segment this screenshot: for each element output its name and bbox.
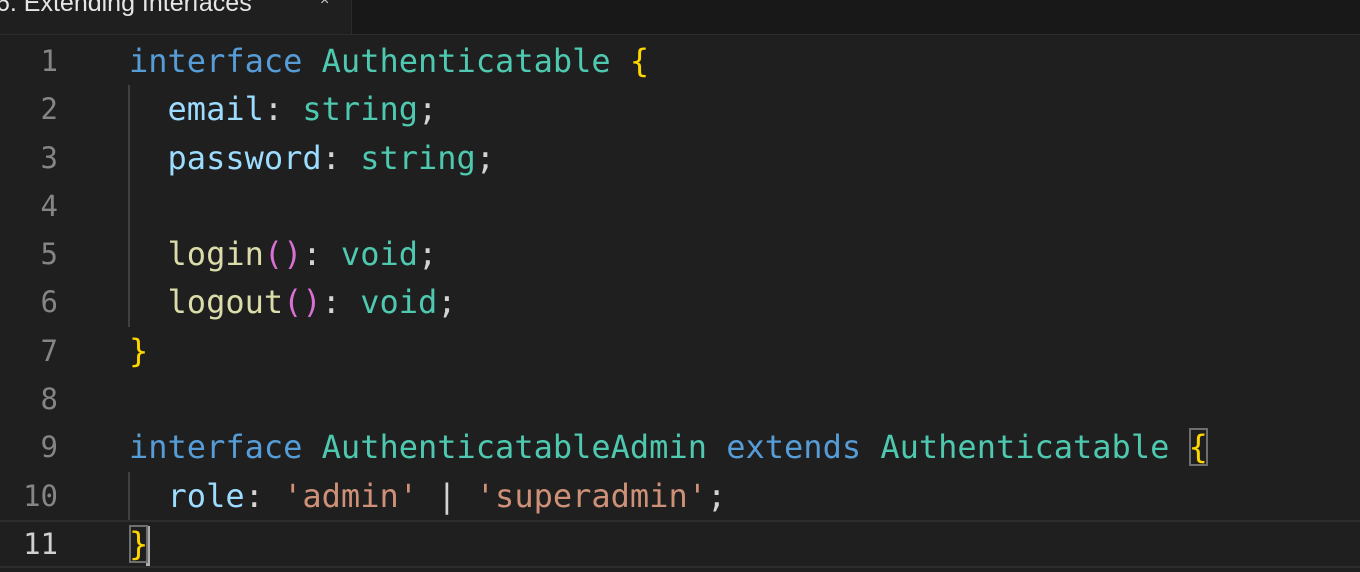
code-token: AuthenticatableAdmin [321, 428, 707, 467]
code-line[interactable]: 6 logout(): void; [0, 278, 1360, 326]
code-token: ; [437, 283, 457, 322]
code-token: Authenticatable [880, 428, 1170, 467]
code-token: void [340, 235, 418, 274]
tab-title: 6. Extending Interfaces [0, 0, 252, 17]
code-editor[interactable]: 6. Extending Interfaces × 1 interface Aut… [0, 0, 1360, 572]
text-cursor [146, 525, 151, 566]
code-token: : [302, 235, 341, 274]
line-text: interface AuthenticatableAdmin extends A… [129, 423, 1208, 471]
code-token: { [1188, 428, 1208, 467]
code-line[interactable]: 10 role: 'admin' | 'superadmin'; [0, 472, 1360, 520]
code-token: ; [475, 138, 496, 177]
line-number: 9 [40, 430, 58, 465]
line-number: 3 [40, 140, 58, 175]
code-token: void [360, 283, 438, 322]
code-token: Authenticatable [321, 42, 611, 80]
code-token: } [129, 331, 149, 370]
line-number: 6 [40, 285, 58, 320]
line-text: } [129, 327, 148, 375]
close-icon[interactable]: × [320, 0, 329, 10]
line-text: } [129, 520, 151, 568]
line-number: 4 [40, 188, 58, 223]
code-line[interactable]: 3 password: string; [0, 134, 1360, 182]
code-token: interface [129, 42, 303, 80]
editor-tab-bar: 6. Extending Interfaces × [0, 0, 1360, 35]
code-token: { [629, 42, 650, 80]
code-token: ; [706, 476, 727, 515]
code-token: extends [726, 428, 862, 467]
code-token: logout [167, 283, 284, 322]
line-text: interface Authenticatable { [129, 37, 649, 85]
line-number: 1 [40, 44, 58, 78]
code-token: () [283, 283, 322, 322]
code-token: : [321, 283, 361, 322]
line-text: password: string; [129, 134, 496, 182]
code-token: 'admin' [283, 476, 418, 515]
code-token: login [167, 235, 264, 274]
line-text: login(): void; [129, 230, 438, 278]
code-line[interactable]: 4 [0, 182, 1360, 230]
line-number: 10 [23, 478, 58, 513]
line-number: 7 [40, 333, 58, 368]
code-line[interactable]: 11} [0, 519, 1360, 569]
line-number: 5 [40, 237, 58, 272]
code-token: string [302, 90, 418, 129]
code-line[interactable]: 7} [0, 327, 1360, 375]
code-token: () [263, 235, 303, 274]
code-token: ; [417, 235, 438, 274]
editor-tab-active[interactable]: 6. Extending Interfaces × [0, 0, 352, 34]
code-line[interactable]: 5 login(): void; [0, 230, 1360, 278]
line-number: 2 [40, 92, 58, 127]
code-line[interactable]: 1 interface Authenticatable { [0, 37, 1360, 85]
code-token: : [263, 90, 303, 129]
line-number: 11 [23, 526, 58, 561]
code-line[interactable]: 8 [0, 375, 1360, 423]
code-token: ; [417, 90, 438, 129]
code-token: string [360, 138, 476, 177]
line-text: role: 'admin' | 'superadmin'; [129, 472, 727, 520]
code-line[interactable]: 2 email: string; [0, 85, 1360, 133]
code-line[interactable]: 9 interface AuthenticatableAdmin extends … [0, 423, 1360, 471]
line-text: email: string; [129, 85, 438, 133]
code-token: | [417, 476, 476, 515]
code-token: 'superadmin' [475, 476, 707, 515]
code-token: : [244, 476, 284, 515]
code-token: role [167, 476, 245, 515]
line-text: logout(): void; [129, 278, 457, 326]
code-token: email [167, 90, 264, 129]
line-number: 8 [40, 382, 58, 417]
code-area[interactable]: 1 interface Authenticatable {2 email: str… [0, 37, 1360, 569]
code-token: interface [129, 428, 303, 467]
code-token: : [321, 138, 361, 177]
code-token: password [167, 138, 322, 177]
